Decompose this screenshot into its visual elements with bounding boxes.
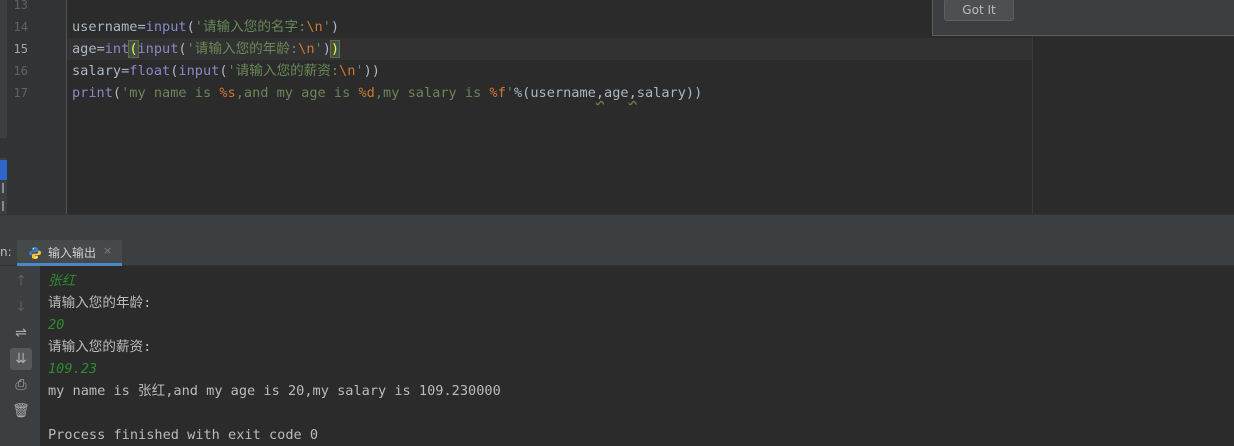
code-token: salary	[72, 63, 122, 79]
tool-strip-tick	[2, 201, 4, 211]
code-token: input	[137, 41, 179, 57]
scroll-down-icon[interactable]: ↓	[10, 296, 32, 318]
code-token: (	[178, 41, 187, 57]
code-token: (	[112, 85, 122, 101]
code-token: \n	[306, 19, 323, 35]
code-token: '请输入您的薪资:	[227, 63, 340, 79]
line-number: 15	[13, 42, 28, 56]
run-tool-window-header: n: 输入输出 ×	[0, 240, 1234, 266]
code-token: \n	[339, 63, 356, 79]
code-token: ,and my age is	[235, 85, 359, 101]
print-icon[interactable]: ⎙	[10, 374, 32, 396]
scroll-to-end-icon[interactable]: ⇊	[10, 348, 32, 370]
code-token: %s	[219, 85, 236, 101]
trash-icon[interactable]: 🗑	[10, 400, 32, 422]
console-output-line: 请输入您的薪资:	[48, 339, 152, 355]
code-token: (username	[522, 85, 596, 101]
code-token: %f	[489, 85, 506, 101]
code-token: salary))	[636, 85, 703, 101]
code-token: )	[329, 40, 341, 58]
soft-wrap-icon[interactable]: ⇌	[10, 322, 32, 344]
code-token: (	[128, 40, 139, 58]
python-icon	[29, 247, 41, 259]
console-output-line: 请输入您的年龄:	[48, 295, 152, 311]
code-line[interactable]: username=input('请输入您的名字:\n')	[72, 16, 339, 38]
code-token: username	[72, 19, 138, 35]
tool-strip-marker	[0, 138, 7, 158]
line-number: 14	[13, 20, 28, 34]
code-token: ,	[628, 85, 637, 101]
code-token: ,	[595, 85, 605, 101]
code-token: )	[322, 41, 331, 57]
console-output-line: Process finished with exit code 0	[48, 427, 319, 443]
code-token: ))	[363, 63, 380, 79]
line-number: 16	[13, 64, 28, 78]
code-token: (	[186, 19, 195, 35]
got-it-button[interactable]: Got It	[944, 0, 1014, 21]
line-number-gutter: 13 14 15 16 17	[7, 0, 67, 214]
code-line[interactable]: salary=float(input('请输入您的薪资:\n'))	[72, 60, 380, 82]
tool-strip-active-marker[interactable]	[0, 160, 7, 180]
code-token: input	[145, 19, 187, 35]
code-token: '	[322, 19, 331, 35]
code-token: input	[178, 63, 220, 79]
code-area[interactable]: username=input('请输入您的名字:\n') age=int(inpu…	[67, 0, 1033, 214]
code-token: float	[129, 63, 171, 79]
code-token: )	[330, 19, 340, 35]
code-token: %	[513, 85, 523, 101]
code-token: '请输入您的年龄:	[186, 41, 299, 57]
close-icon[interactable]: ×	[103, 244, 112, 257]
code-line[interactable]: age=int(input('请输入您的年龄:\n'))	[72, 38, 341, 60]
code-token: age	[72, 41, 97, 57]
code-token: '请输入您的名字:	[194, 19, 307, 35]
tab-run-config[interactable]: 输入输出 ×	[17, 240, 122, 266]
code-token: '	[314, 41, 323, 57]
code-token: (	[219, 63, 228, 79]
console-user-input: 109.23	[48, 361, 98, 377]
code-editor[interactable]: 13 14 15 16 17 username=input('请输入您的名字:\n') a…	[0, 0, 1234, 214]
scroll-up-icon[interactable]: ↑	[10, 270, 32, 292]
code-token: \n	[298, 41, 315, 57]
code-token: age	[604, 85, 629, 101]
run-console: ↑ ↓ ⇌ ⇊ ⎙ 🗑 张红请输入您的年龄: 20 请输入您的薪资: 109.23 my name…	[0, 266, 1234, 446]
panel-splitter[interactable]	[0, 214, 1234, 240]
code-token: =	[96, 41, 105, 57]
code-token: =	[137, 19, 146, 35]
code-token: 'my name is	[121, 85, 220, 101]
code-line[interactable]: print('my name is %s,and my age is %d,my…	[72, 82, 702, 104]
code-token: '	[505, 85, 514, 101]
code-token: %d	[358, 85, 375, 101]
console-user-input: 张红	[48, 273, 76, 289]
console-output-line: my name is 张红,and my age is 20,my salary…	[48, 383, 501, 399]
code-token: int	[104, 41, 130, 57]
code-token: '	[355, 63, 364, 79]
run-tab-label: 输入输出	[48, 246, 97, 260]
ide-window: 13 14 15 16 17 username=input('请输入您的名字:\n') a…	[0, 0, 1234, 446]
code-token: ,my salary is	[374, 85, 490, 101]
left-tool-strip	[0, 0, 7, 214]
console-toolbar: ↑ ↓ ⇌ ⇊ ⎙ 🗑	[0, 266, 40, 446]
tool-strip-tick	[2, 183, 4, 193]
notification-popup: Got It	[932, 0, 1234, 36]
code-token: print	[72, 85, 113, 101]
console-user-input: 20	[48, 317, 65, 333]
line-number: 13	[13, 0, 28, 12]
run-panel-label: n:	[0, 245, 12, 259]
line-number: 17	[13, 86, 28, 100]
